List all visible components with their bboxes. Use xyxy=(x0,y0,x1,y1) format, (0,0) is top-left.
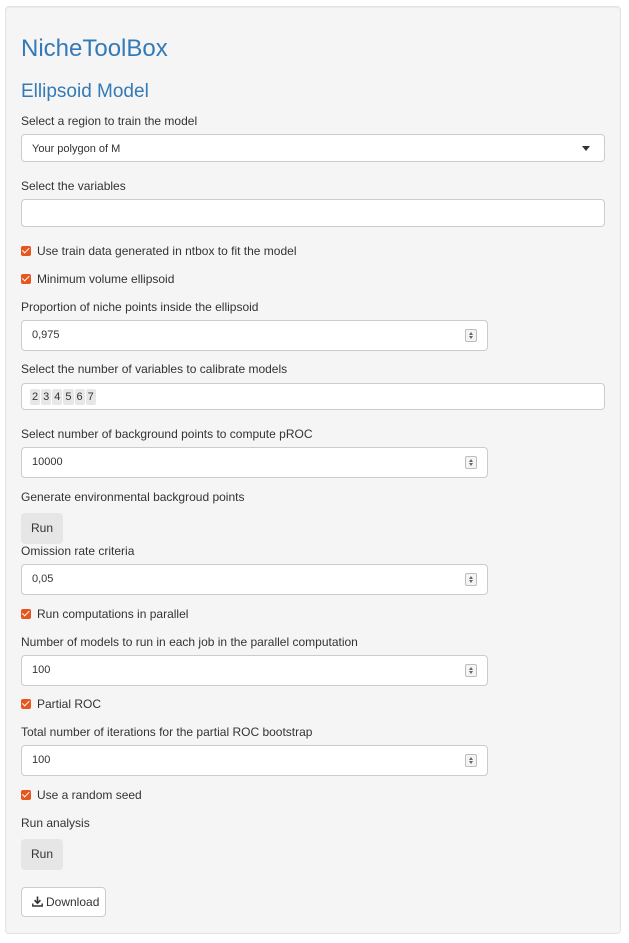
app-title: NicheToolBox xyxy=(21,35,168,62)
variables-label: Select the variables xyxy=(21,179,126,193)
spinner-icon[interactable] xyxy=(465,456,477,469)
num-vars-chip[interactable]: 2 xyxy=(30,389,41,405)
omission-label: Omission rate criteria xyxy=(21,544,135,558)
partial-roc-checkbox[interactable]: Partial ROC xyxy=(21,696,101,712)
checkbox-checked-icon[interactable] xyxy=(21,273,31,284)
spinner-icon[interactable] xyxy=(465,664,477,677)
checkbox-checked-icon[interactable] xyxy=(21,608,31,619)
checkbox-checked-icon[interactable] xyxy=(21,789,31,800)
generate-env-label: Generate environmental backgroud points xyxy=(21,490,245,504)
download-label: Download xyxy=(46,895,100,909)
iterations-label: Total number of iterations for the parti… xyxy=(21,725,313,739)
models-per-job-value: 100 xyxy=(32,664,51,676)
region-selected-value: Your polygon of M xyxy=(32,143,121,155)
section-title: Ellipsoid Model xyxy=(21,81,149,102)
omission-value: 0,05 xyxy=(32,573,54,585)
checkbox-checked-icon[interactable] xyxy=(21,698,31,709)
num-vars-chip[interactable]: 6 xyxy=(74,389,85,405)
checkbox-checked-icon[interactable] xyxy=(21,245,31,256)
variables-select[interactable] xyxy=(21,199,605,227)
iterations-value: 100 xyxy=(32,754,51,766)
background-points-label: Select number of background points to co… xyxy=(21,427,313,441)
background-points-value: 10000 xyxy=(32,456,63,468)
min-volume-label: Minimum volume ellipsoid xyxy=(37,272,175,286)
num-vars-chips: 2 3 4 5 6 7 xyxy=(30,389,96,405)
min-volume-checkbox[interactable]: Minimum volume ellipsoid xyxy=(21,271,174,287)
num-vars-select[interactable]: 2 3 4 5 6 7 xyxy=(21,383,605,410)
generate-env-run-button[interactable]: Run xyxy=(21,513,63,544)
models-per-job-input[interactable]: 100 xyxy=(21,655,488,686)
parallel-label: Run computations in parallel xyxy=(37,607,189,621)
use-train-data-checkbox[interactable]: Use train data generated in ntbox to fit… xyxy=(21,243,297,259)
chevron-down-icon xyxy=(582,146,590,151)
run-analysis-label: Run analysis xyxy=(21,816,90,830)
spinner-icon[interactable] xyxy=(465,573,477,586)
num-vars-chip[interactable]: 4 xyxy=(52,389,63,405)
models-per-job-label: Number of models to run in each job in t… xyxy=(21,635,358,649)
iterations-input[interactable]: 100 xyxy=(21,745,488,776)
omission-input[interactable]: 0,05 xyxy=(21,564,488,595)
random-seed-label: Use a random seed xyxy=(37,788,142,802)
num-vars-chip[interactable]: 5 xyxy=(63,389,74,405)
run-analysis-button[interactable]: Run xyxy=(21,839,63,870)
spinner-icon[interactable] xyxy=(465,754,477,767)
use-train-data-label: Use train data generated in ntbox to fit… xyxy=(37,244,297,258)
download-icon xyxy=(32,896,43,907)
proportion-label: Proportion of niche points inside the el… xyxy=(21,300,259,314)
region-label: Select a region to train the model xyxy=(21,114,198,128)
spinner-icon[interactable] xyxy=(465,329,477,342)
proportion-value: 0,975 xyxy=(32,329,60,341)
partial-roc-label: Partial ROC xyxy=(37,697,102,711)
num-vars-label: Select the number of variables to calibr… xyxy=(21,362,288,376)
num-vars-chip[interactable]: 3 xyxy=(41,389,52,405)
region-select[interactable]: Your polygon of M xyxy=(21,134,605,162)
background-points-input[interactable]: 10000 xyxy=(21,447,488,478)
num-vars-chip[interactable]: 7 xyxy=(85,389,96,405)
proportion-input[interactable]: 0,975 xyxy=(21,320,488,351)
random-seed-checkbox[interactable]: Use a random seed xyxy=(21,787,142,803)
download-button[interactable]: Download xyxy=(21,887,106,917)
parallel-checkbox[interactable]: Run computations in parallel xyxy=(21,606,188,622)
